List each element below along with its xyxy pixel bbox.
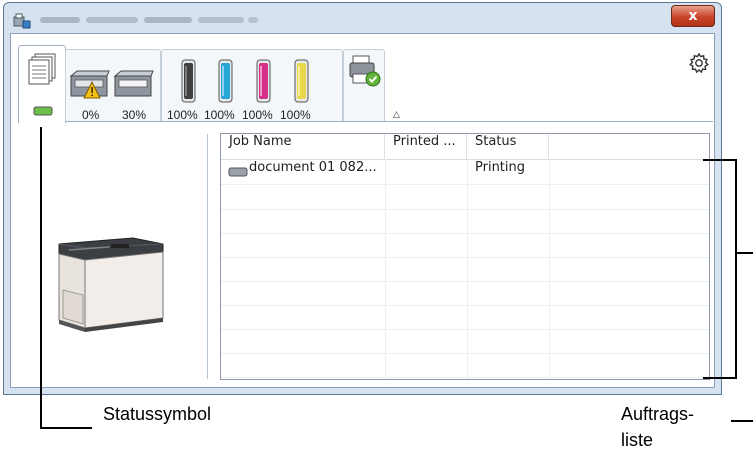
toner-black-icon[interactable] [179,58,199,104]
toner-cyan-icon[interactable] [216,58,236,104]
toner-cyan-level: 100% [204,108,235,122]
toner-magenta-icon[interactable] [254,58,274,104]
column-job-name[interactable]: Job Name [221,134,385,159]
paper-tray-warning-icon[interactable] [69,68,111,102]
status-indicator-icon [33,106,53,116]
callout-job-list-label-2: liste [621,430,654,450]
callout-status-symbol-vertical [40,127,42,428]
callout-job-list-bracket-bottom [703,377,737,379]
chevron-up-icon[interactable]: △ [393,110,400,120]
close-button[interactable]: x [671,5,715,27]
close-label: x [688,8,698,24]
callout-status-symbol-label: Statussymbol [103,404,212,424]
table-row-empty [221,329,709,354]
status-monitor-window: x 0% 30% 100% 100% 100% 100% △ Job Name … [3,2,722,395]
tray1-level: 0% [82,108,100,122]
table-row-empty [221,257,709,282]
toner-magenta-level: 100% [242,108,273,122]
table-row-empty [221,305,709,330]
callout-job-list-dash [731,420,753,422]
column-printed[interactable]: Printed ... [385,134,467,159]
printer-ready-icon [349,55,381,87]
window-title-blurred [40,17,258,23]
toner-yellow-level: 100% [280,108,311,122]
title-bar[interactable]: x [4,3,721,33]
tray2-level: 30% [122,108,147,122]
callout-job-list-bracket-top [703,159,737,161]
callout-job-list-label-1: Auftrags- [621,404,695,424]
toner-yellow-icon[interactable] [292,58,312,104]
column-status[interactable]: Status [467,134,549,159]
gear-icon[interactable] [688,52,710,74]
table-row[interactable]: document 01 082... Printing [221,160,709,185]
paper-tray-icon[interactable] [113,68,155,102]
status-cell: Printing [475,160,526,175]
callout-job-list-pointer [737,252,753,254]
toner-black-level: 100% [167,108,198,122]
printer-image [58,237,164,332]
job-list-header: Job Name Printed ... Status [221,134,709,160]
client-area: 0% 30% 100% 100% 100% 100% △ Job Name Pr… [10,33,715,388]
table-row-empty [221,233,709,258]
table-row-empty [221,209,709,234]
job-list[interactable]: Job Name Printed ... Status document 01 … [220,133,710,380]
callout-status-symbol-horizontal [40,427,92,429]
panel-divider [207,134,208,379]
table-row-empty [221,185,709,210]
print-queue-icon [28,53,56,85]
tab-print-queue[interactable] [18,45,66,123]
table-row-empty [221,281,709,306]
app-icon [13,13,31,29]
table-row-empty [221,353,709,378]
callout-job-list-bracket-vertical [735,159,737,379]
printed-cell [385,160,467,184]
job-name-cell: document 01 082... [249,160,377,175]
toolbar-separator [65,121,713,122]
